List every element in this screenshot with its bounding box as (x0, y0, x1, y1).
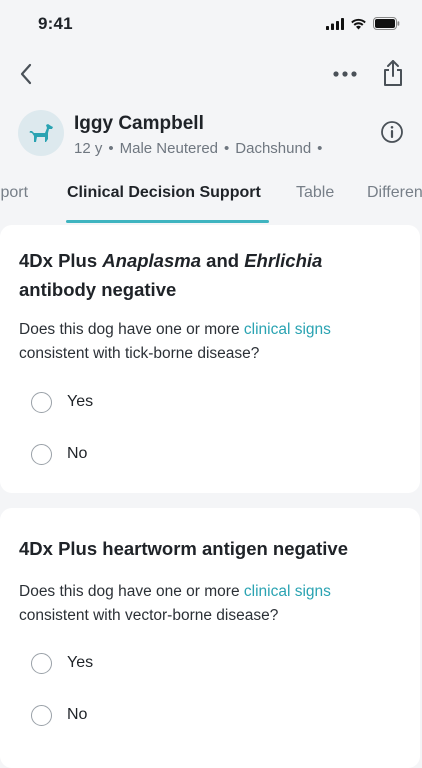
radio-option-no[interactable]: No (31, 700, 87, 730)
radio-button[interactable] (31, 443, 52, 465)
status-bar: 9:41 (0, 0, 422, 50)
question-suffix: consistent with tick-borne disease? (19, 345, 260, 362)
card-title-italic: Anaplasma (102, 250, 202, 271)
back-button[interactable] (12, 60, 40, 88)
cellular-signal-icon (326, 17, 344, 30)
tab-differentials[interactable]: Differentials (367, 184, 422, 202)
card-title-text: 4Dx Plus (19, 250, 103, 271)
question-text: Does this dog have one or more clinical … (19, 580, 399, 628)
tab-bar: Report Clinical Decision Support Table D… (0, 172, 422, 224)
avatar (18, 110, 64, 156)
radio-label: Yes (67, 393, 94, 410)
patient-breed: Dachshund (235, 140, 312, 157)
question-suffix: consistent with vector-borne disease? (19, 607, 279, 624)
card-title: 4Dx Plus Anaplasma and Ehrlichia antibod… (19, 246, 399, 304)
more-options-button[interactable] (330, 60, 360, 88)
card-title-text: and (201, 250, 245, 271)
tab-table[interactable]: Table (296, 184, 334, 202)
radio-option-yes[interactable]: Yes (31, 387, 93, 417)
tab-clinical-decision-support[interactable]: Clinical Decision Support (67, 184, 261, 202)
separator-dot: • (224, 140, 230, 157)
patient-age: 12 y (74, 140, 103, 157)
active-tab-indicator (66, 220, 269, 223)
more-horizontal-icon (333, 71, 357, 77)
wifi-icon (351, 18, 366, 29)
patient-details: 12 y • Male Neutered • Dachshund • (74, 140, 328, 157)
info-icon[interactable] (380, 120, 404, 144)
status-time: 9:41 (38, 14, 73, 33)
radio-label: No (67, 706, 88, 723)
radio-option-yes[interactable]: Yes (31, 648, 93, 678)
radio-button[interactable] (31, 391, 52, 413)
decision-card: 4Dx Plus Anaplasma and Ehrlichia antibod… (0, 225, 420, 493)
card-title-text: antibody negative (19, 279, 177, 300)
tab-report[interactable]: Report (0, 184, 28, 202)
patient-sex: Male Neutered (119, 140, 219, 157)
clinical-signs-link[interactable]: clinical signs (244, 321, 331, 338)
question-prefix: Does this dog have one or more (19, 321, 244, 338)
radio-button[interactable] (31, 652, 52, 674)
clinical-signs-link[interactable]: clinical signs (244, 583, 331, 600)
card-title-italic: Ehrlichia (244, 250, 323, 271)
patient-header: Iggy Campbell 12 y • Male Neutered • Dachshu… (0, 108, 422, 162)
decision-card: 4Dx Plus heartworm antigen negative Does… (0, 508, 420, 768)
patient-name: Iggy Campbell (74, 113, 204, 134)
separator-dot: • (108, 140, 114, 157)
navigation-bar (0, 52, 422, 98)
radio-label: Yes (67, 654, 94, 671)
battery-icon (373, 17, 400, 30)
radio-option-no[interactable]: No (31, 439, 87, 469)
question-text: Does this dog have one or more clinical … (19, 318, 399, 366)
dog-icon (29, 124, 53, 142)
chevron-left-icon (20, 63, 32, 85)
radio-button[interactable] (31, 704, 52, 726)
share-button[interactable] (378, 56, 408, 90)
share-icon (384, 60, 402, 86)
card-title: 4Dx Plus heartworm antigen negative (19, 538, 348, 559)
radio-label: No (67, 445, 88, 462)
separator-dot: • (317, 140, 323, 157)
status-icons (326, 17, 400, 30)
question-prefix: Does this dog have one or more (19, 583, 244, 600)
